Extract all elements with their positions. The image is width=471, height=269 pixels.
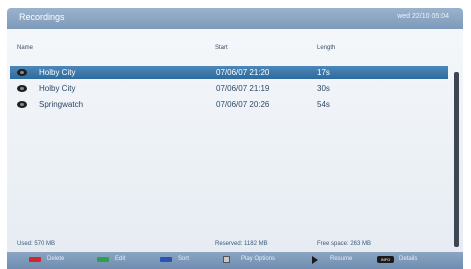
resume-label: Resume — [330, 256, 353, 262]
recording-row[interactable]: Holby City 07/06/07 21:19 30s — [10, 82, 448, 95]
title-bar: Recordings wed 22/10 05:04 — [7, 8, 463, 29]
reserved-space: Reserved: 1182 MB — [215, 241, 268, 247]
recording-icon — [17, 101, 27, 108]
options-key-icon — [223, 256, 230, 263]
recording-name: Holby City — [39, 84, 76, 93]
scrollbar[interactable] — [454, 72, 459, 247]
key-legend-bar: Delete Edit Sort Play Options Resume INF… — [7, 252, 463, 269]
recording-length: 54s — [317, 100, 330, 109]
play-options-label: Play Options — [241, 256, 276, 262]
recording-start: 07/06/07 20:26 — [216, 100, 270, 109]
details-label: Details — [399, 256, 418, 262]
edit-label: Edit — [115, 256, 126, 262]
recording-start: 07/06/07 21:19 — [216, 84, 270, 93]
clock: wed 22/10 05:04 — [397, 13, 449, 20]
recording-length: 30s — [317, 84, 330, 93]
recording-start: 07/06/07 21:20 — [216, 68, 270, 77]
red-key-icon — [29, 257, 41, 262]
info-key-icon: INFO — [377, 256, 394, 263]
sort-label: Sort — [178, 256, 190, 262]
column-header-start: Start — [215, 45, 228, 51]
column-header-length: Length — [317, 45, 336, 51]
free-space: Free space: 263 MB — [317, 241, 372, 247]
delete-label: Delete — [47, 256, 65, 262]
recording-row[interactable]: Holby City 07/06/07 21:20 17s — [10, 66, 448, 79]
recordings-panel: Name Start Length Holby City 07/06/07 21… — [7, 29, 463, 252]
recording-row[interactable]: Springwatch 07/06/07 20:26 54s — [10, 98, 448, 111]
green-key-icon — [97, 257, 109, 262]
page-title: Recordings — [19, 12, 65, 22]
recording-name: Springwatch — [39, 100, 84, 109]
used-space: Used: 570 MB — [17, 241, 56, 247]
play-key-icon — [312, 256, 318, 264]
recording-icon — [17, 69, 27, 76]
recordings-screen: Recordings wed 22/10 05:04 Name Start Le… — [0, 0, 471, 269]
recording-name: Holby City — [39, 68, 76, 77]
column-header-name: Name — [17, 45, 34, 51]
recording-icon — [17, 85, 27, 92]
recording-length: 17s — [317, 68, 330, 77]
blue-key-icon — [160, 257, 172, 262]
